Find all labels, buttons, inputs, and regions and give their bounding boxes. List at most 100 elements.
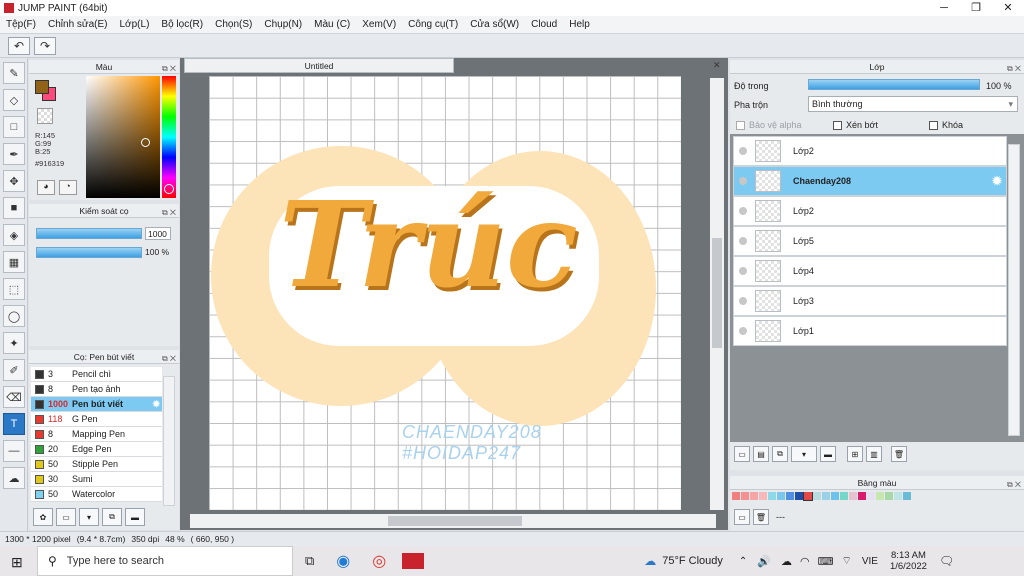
select-eraser-tool[interactable]: ⌫ (3, 386, 25, 408)
close-button[interactable]: ✕ (992, 0, 1024, 16)
new-palette-button[interactable]: ▭ (734, 509, 750, 525)
clip-checkbox[interactable]: Xén bớt (833, 120, 878, 131)
brush-item[interactable]: 8 Pen tạo ảnh (31, 382, 162, 397)
undo-button[interactable]: ↶ (8, 36, 30, 55)
restore-button[interactable]: ❐ (960, 0, 992, 16)
menu-filter[interactable]: Bộ lọc(R) (155, 19, 209, 30)
select-rect-tool[interactable]: □ (3, 116, 25, 138)
protect-alpha-checkbox[interactable]: Bảo vệ alpha (736, 120, 802, 131)
visibility-icon[interactable] (739, 147, 747, 155)
palette-swatch[interactable] (858, 492, 866, 500)
canvas-horizontal-scrollbar[interactable] (190, 514, 716, 528)
menu-window[interactable]: Cửa sổ(W) (464, 19, 525, 30)
select-pen-tool[interactable]: ✐ (3, 359, 25, 381)
palette-swatch[interactable] (813, 492, 821, 500)
lasso-tool[interactable]: ◯ (3, 305, 25, 327)
redo-button[interactable]: ↷ (34, 36, 56, 55)
brush-item-selected[interactable]: 1000 Pen bút viết ✹ (31, 397, 162, 412)
network-icon[interactable]: ◠ (800, 555, 810, 568)
palette-swatch[interactable] (803, 492, 813, 501)
palette-swatch[interactable] (876, 492, 884, 500)
brush-item[interactable]: 50 Stipple Pen (31, 457, 162, 472)
speaker-icon[interactable]: 🔊 (757, 555, 771, 568)
brush-item[interactable]: 50 Watercolor (31, 487, 162, 502)
minimize-button[interactable]: ─ (928, 0, 960, 16)
menu-view[interactable]: Xem(V) (356, 19, 402, 30)
delete-palette-button[interactable]: 🗑 (753, 509, 769, 525)
lock-checkbox[interactable]: Khóa (929, 120, 963, 131)
menu-tools[interactable]: Công cụ(T) (402, 19, 464, 30)
edge-icon[interactable]: ◉ (336, 551, 350, 571)
menu-cloud[interactable]: Cloud (525, 19, 563, 30)
brush-item[interactable]: 20 Edge Pen (31, 442, 162, 457)
brush-opacity-slider[interactable] (36, 247, 142, 258)
visibility-icon[interactable] (739, 177, 747, 185)
layer-row[interactable]: Lớp3 (733, 286, 1007, 316)
brush-item[interactable]: 30 Sumi (31, 472, 162, 487)
palette-swatch[interactable] (795, 492, 803, 500)
panel-close-icon[interactable]: ⧉ ✕ (1007, 478, 1021, 492)
chrome-icon[interactable]: ◎ (372, 551, 386, 571)
palette-swatch[interactable] (732, 492, 740, 500)
canvas-vertical-scrollbar[interactable] (710, 78, 724, 510)
text-tool[interactable]: T (3, 413, 25, 435)
brush-tool[interactable]: ✎ (3, 62, 25, 84)
layer-row[interactable]: Lớp5 (733, 226, 1007, 256)
layer-row[interactable]: Lớp2 (733, 136, 1007, 166)
bucket-tool[interactable]: ◈ (3, 224, 25, 246)
gear-icon[interactable]: ✹ (152, 399, 160, 410)
eyedropper-button[interactable]: ◔ (59, 180, 77, 195)
gear-icon[interactable]: ✹ (992, 174, 1002, 188)
palette-button[interactable]: ◕ (37, 180, 55, 195)
palette-swatch[interactable] (885, 492, 893, 500)
hue-slider[interactable] (162, 76, 176, 198)
notification-icon[interactable]: 🗨 (939, 554, 954, 568)
saturation-value-picker[interactable] (86, 76, 160, 198)
visibility-icon[interactable] (739, 237, 747, 245)
panel-close-icon[interactable]: ⧉ ✕ (162, 62, 176, 76)
merge-layer-button[interactable]: ⊞ (847, 446, 863, 462)
wifi-icon[interactable]: ⌔ (841, 554, 851, 568)
palette-swatch[interactable] (894, 492, 902, 500)
fill-rect-tool[interactable]: ■ (3, 197, 25, 219)
brush-size-value[interactable]: 1000 (145, 227, 171, 240)
copy-brush-button[interactable]: ⧉ (102, 508, 122, 526)
layer-opacity-slider[interactable] (808, 79, 980, 90)
palette-swatch[interactable] (777, 492, 785, 500)
foreground-color-swatch[interactable] (35, 80, 49, 94)
menu-select[interactable]: Chọn(S) (209, 19, 258, 30)
layer-row[interactable]: Lớp2 (733, 196, 1007, 226)
transparent-swatch[interactable] (37, 108, 53, 124)
brush-item[interactable]: 3 Pencil chì (31, 367, 162, 382)
horizontal-scroll-thumb[interactable] (388, 516, 522, 526)
palette-swatch[interactable] (849, 492, 857, 500)
brush-size-slider[interactable] (36, 228, 142, 239)
palette-swatch[interactable] (840, 492, 848, 500)
layer-folder-button[interactable]: ▬ (820, 446, 836, 462)
brush-item[interactable]: 8 Mapping Pen (31, 427, 162, 442)
magic-wand-tool[interactable]: ✦ (3, 332, 25, 354)
brush-settings-button[interactable]: ✿ (33, 508, 53, 526)
new-layer-button[interactable]: ▭ (734, 446, 750, 462)
canvas-paper[interactable]: Trúc CHAENDAY208 #HOIDAP247 (209, 76, 681, 510)
cloud-sync-icon[interactable]: ☁ (781, 555, 792, 568)
weather-text[interactable]: 75°F Cloudy (662, 555, 723, 567)
palette-swatch[interactable] (903, 492, 911, 500)
visibility-icon[interactable] (739, 207, 747, 215)
brush-menu-button[interactable]: ▾ (79, 508, 99, 526)
blend-mode-select[interactable]: Bình thường ▾ (808, 96, 1018, 112)
new-layer-type-button[interactable]: ▤ (753, 446, 769, 462)
eraser-tool[interactable]: ◇ (3, 89, 25, 111)
visibility-icon[interactable] (739, 297, 747, 305)
brush-item[interactable]: 118 G Pen (31, 412, 162, 427)
palette-swatch[interactable] (759, 492, 767, 500)
marquee-tool[interactable]: ⬚ (3, 278, 25, 300)
line-tool[interactable]: — (3, 440, 25, 462)
keyboard-icon[interactable]: ⌨ (818, 555, 834, 568)
layer-row[interactable]: Lớp4 (733, 256, 1007, 286)
taskbar-search[interactable]: ⚲ Type here to search (37, 546, 293, 576)
layer-mask-button[interactable]: ▥ (866, 446, 882, 462)
menu-file[interactable]: Tệp(F) (0, 19, 42, 30)
task-view-icon[interactable]: ⧉ (305, 553, 314, 569)
clock[interactable]: 8:13 AM 1/6/2022 (890, 550, 927, 572)
